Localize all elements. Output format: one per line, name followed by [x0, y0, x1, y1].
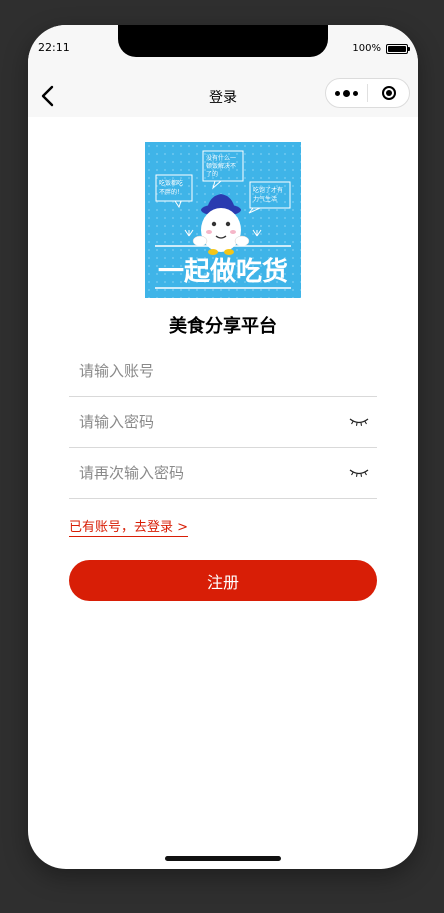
- phone-screen: 22:11 100% 登录 没有什么一 顿饭解决不 了的 吃饭都吃 不胖的！ 吃…: [28, 25, 418, 869]
- svg-text:吃饱了才有: 吃饱了才有: [253, 186, 283, 194]
- battery-percent: 100%: [352, 43, 381, 54]
- eye-closed-icon[interactable]: [349, 416, 369, 428]
- logo-banner-text: 一起做吃货: [158, 256, 288, 287]
- svg-text:吃饭都吃: 吃饭都吃: [159, 179, 183, 187]
- svg-text:力气生活: 力气生活: [253, 195, 277, 203]
- account-input[interactable]: [79, 347, 339, 395]
- logo-illustration: 没有什么一 顿饭解决不 了的 吃饭都吃 不胖的！ 吃饱了才有 力气生活 一起做吃…: [145, 142, 301, 298]
- register-button[interactable]: 注册: [69, 560, 377, 601]
- svg-text:了的: 了的: [206, 170, 218, 178]
- mini-program-capsule: [325, 78, 410, 108]
- nav-bar: 登录: [28, 75, 418, 117]
- confirm-password-input[interactable]: [79, 449, 339, 497]
- password-field: [69, 398, 377, 448]
- battery-icon: [386, 43, 410, 54]
- password-input[interactable]: [79, 398, 339, 446]
- svg-text:顿饭解决不: 顿饭解决不: [206, 162, 236, 170]
- home-indicator: [165, 856, 281, 861]
- eye-closed-icon[interactable]: [349, 467, 369, 479]
- app-logo: 没有什么一 顿饭解决不 了的 吃饭都吃 不胖的！ 吃饱了才有 力气生活 一起做吃…: [145, 142, 301, 298]
- more-dots-icon[interactable]: [326, 79, 367, 107]
- battery-fill: [388, 45, 406, 52]
- svg-text:不胖的！: 不胖的！: [159, 188, 183, 196]
- target-circle-icon[interactable]: [368, 79, 409, 107]
- device-notch: [118, 25, 328, 57]
- status-right: 100%: [352, 43, 410, 54]
- go-login-link[interactable]: 已有账号，去登录 >: [69, 516, 189, 537]
- svg-text:没有什么一: 没有什么一: [206, 154, 236, 162]
- app-title: 美食分享平台: [169, 316, 277, 337]
- status-time: 22:11: [38, 41, 70, 54]
- register-form: [69, 347, 377, 500]
- account-field: [69, 347, 377, 397]
- confirm-password-field: [69, 449, 377, 499]
